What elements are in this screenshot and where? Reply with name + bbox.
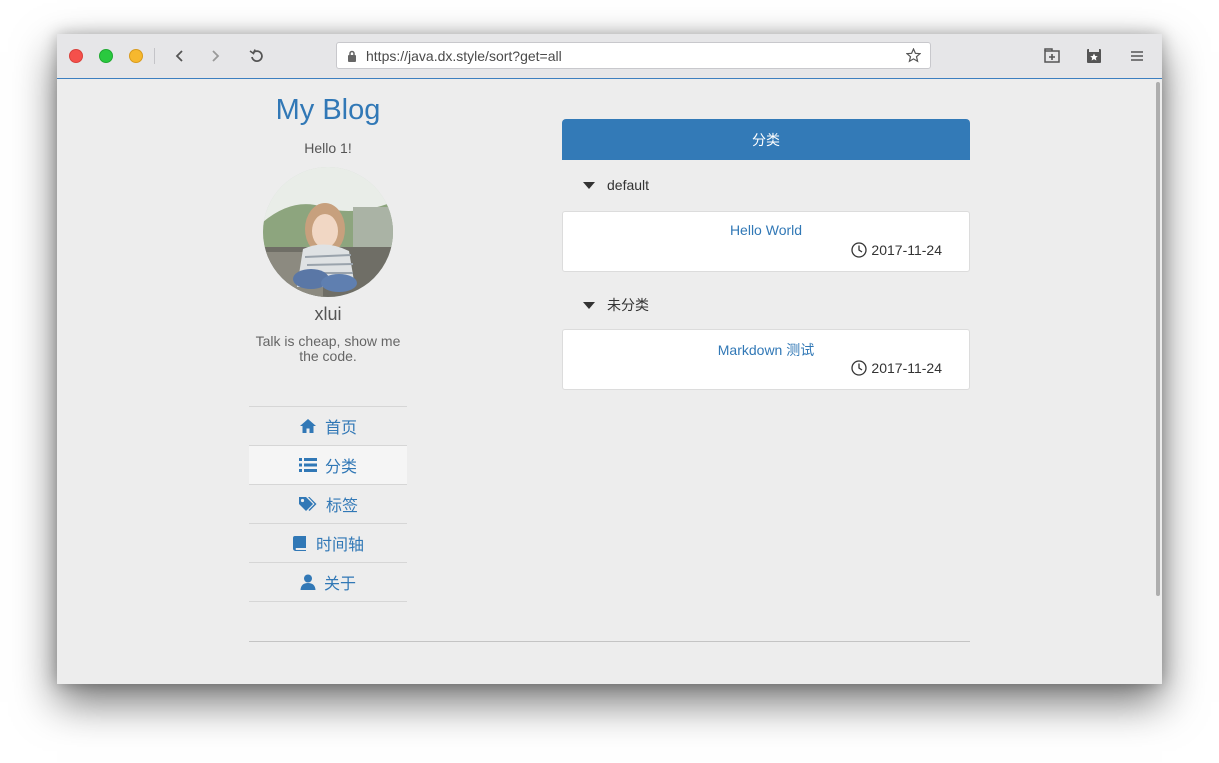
new-tab-button[interactable] bbox=[1042, 46, 1062, 66]
category-toggle[interactable]: default bbox=[583, 177, 649, 193]
panel-title: 分类 bbox=[562, 119, 970, 160]
back-button[interactable] bbox=[170, 46, 190, 66]
footer-divider bbox=[249, 641, 970, 642]
sidebar-item-timeline[interactable]: 时间轴 bbox=[249, 524, 407, 563]
sidebar-nav: 首页 分类 标签 时间轴 关于 bbox=[249, 406, 407, 602]
browser-window: https://java.dx.style/sort?get=all My Bl… bbox=[57, 34, 1162, 684]
add-tab-icon bbox=[1044, 48, 1060, 63]
minimize-window-button[interactable] bbox=[129, 49, 143, 63]
reload-button[interactable] bbox=[247, 46, 267, 66]
sidebar-item-categories[interactable]: 分类 bbox=[249, 446, 407, 485]
post-title-link[interactable]: Markdown 测试 bbox=[563, 340, 969, 360]
book-icon bbox=[292, 536, 306, 551]
bookmark-star-icon[interactable] bbox=[906, 48, 921, 63]
caret-down-icon bbox=[583, 301, 595, 309]
username: xlui bbox=[314, 304, 342, 324]
menu-button[interactable] bbox=[1127, 46, 1147, 66]
greeting-text: Hello 1! bbox=[304, 140, 352, 156]
list-icon bbox=[298, 458, 317, 472]
clock-icon bbox=[851, 242, 868, 258]
browser-toolbar: https://java.dx.style/sort?get=all bbox=[57, 34, 1162, 79]
sidebar-item-home[interactable]: 首页 bbox=[249, 407, 407, 446]
post-card: Markdown 测试 2017-11-24 bbox=[562, 329, 970, 390]
chevron-left-icon bbox=[175, 50, 183, 62]
post-date-text: 2017-11-24 bbox=[871, 242, 942, 258]
sidebar-item-tags[interactable]: 标签 bbox=[249, 485, 407, 524]
maximize-window-button[interactable] bbox=[99, 49, 113, 63]
page-content: My Blog Hello 1! xlui Talk is cheap, sho… bbox=[57, 79, 1162, 684]
sidebar-item-label: 关于 bbox=[323, 576, 356, 593]
vertical-scrollbar[interactable] bbox=[1156, 82, 1160, 596]
caret-down-icon bbox=[583, 181, 595, 189]
category-name: 未分类 bbox=[607, 297, 649, 313]
post-title-link[interactable]: Hello World bbox=[563, 222, 969, 238]
address-bar[interactable]: https://java.dx.style/sort?get=all bbox=[336, 42, 931, 69]
url-text: https://java.dx.style/sort?get=all bbox=[366, 48, 562, 64]
post-date: 2017-11-24 bbox=[851, 242, 942, 258]
sidebar-item-label: 分类 bbox=[324, 459, 357, 476]
user-icon bbox=[300, 574, 316, 590]
category-name: default bbox=[607, 177, 650, 193]
sidebar-item-about[interactable]: 关于 bbox=[249, 563, 407, 602]
post-card: Hello World 2017-11-24 bbox=[562, 211, 970, 272]
reload-icon bbox=[249, 49, 263, 62]
sidebar-item-label: 时间轴 bbox=[315, 537, 364, 554]
forward-button[interactable] bbox=[205, 46, 225, 66]
hamburger-menu-icon bbox=[1131, 51, 1143, 61]
toolbar-divider bbox=[154, 48, 155, 64]
blog-title[interactable]: My Blog bbox=[219, 94, 437, 127]
post-date: 2017-11-24 bbox=[851, 360, 942, 376]
bookmarks-icon bbox=[1087, 49, 1101, 63]
category-toggle[interactable]: 未分类 bbox=[583, 295, 649, 315]
clock-icon bbox=[851, 360, 868, 376]
sidebar-item-label: 标签 bbox=[325, 498, 358, 515]
post-date-text: 2017-11-24 bbox=[871, 360, 942, 376]
close-window-button[interactable] bbox=[69, 49, 83, 63]
lock-icon bbox=[348, 50, 356, 62]
sidebar-item-label: 首页 bbox=[324, 420, 357, 437]
home-icon bbox=[299, 419, 316, 433]
bookmarks-button[interactable] bbox=[1084, 46, 1104, 66]
chevron-right-icon bbox=[212, 50, 220, 62]
tags-icon bbox=[298, 497, 317, 511]
motto-text: Talk is cheap, show me the code. bbox=[255, 333, 401, 364]
avatar bbox=[263, 167, 393, 297]
